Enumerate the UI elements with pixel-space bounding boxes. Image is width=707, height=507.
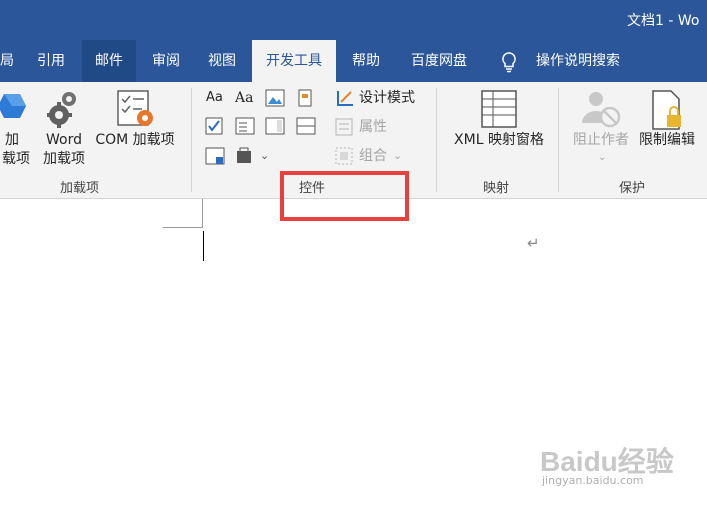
design-mode-icon — [337, 91, 353, 106]
margin-corner-mark — [202, 199, 203, 227]
addins-button[interactable]: 加 载项 — [2, 131, 30, 169]
baidu-watermark-url: jingyan.baidu.com — [542, 474, 644, 487]
combo-box-icon[interactable] — [235, 117, 255, 135]
tab-baidu-netdisk[interactable]: 百度网盘 — [398, 40, 480, 82]
tab-view[interactable]: 视图 — [196, 40, 248, 82]
date-picker-icon[interactable] — [205, 147, 225, 165]
xml-mapping-pane-button[interactable]: XML 映射窗格 — [447, 131, 551, 150]
dropdown-list-icon[interactable] — [265, 117, 285, 135]
text-cursor — [203, 231, 204, 261]
addins-icon — [0, 94, 26, 118]
window-title: 文档1 - Wo — [627, 13, 700, 29]
tab-mailings[interactable]: 邮件 — [82, 40, 136, 82]
com-addins-icon — [117, 90, 153, 126]
word-addins-label-1: Word — [46, 132, 82, 148]
chevron-down-icon: ⌄ — [598, 152, 607, 163]
com-addins-button[interactable]: COM 加载项 — [90, 131, 180, 150]
block-authors-icon — [582, 92, 621, 128]
group-label-protect: 保护 — [619, 181, 646, 196]
word-addins-button[interactable]: Word 加载项 — [38, 131, 90, 169]
group-button[interactable]: 组合 — [359, 146, 387, 166]
rich-text-control-button[interactable]: Aa — [235, 88, 253, 108]
separator — [558, 88, 559, 192]
group-label-addins: 加载项 — [60, 181, 100, 196]
title-bar: 文档1 - Wo — [0, 0, 707, 40]
properties-button[interactable]: 属性 — [359, 117, 387, 137]
legacy-tools-icon[interactable] — [235, 147, 257, 165]
design-mode-button[interactable]: 设计模式 — [359, 88, 415, 108]
tab-help[interactable]: 帮助 — [340, 40, 392, 82]
group-label-mapping: 映射 — [483, 181, 510, 196]
separator — [436, 88, 437, 192]
restrict-editing-button[interactable]: 限制编辑 — [634, 131, 700, 150]
plain-text-control-button[interactable]: Aa — [206, 88, 223, 108]
separator — [191, 88, 192, 192]
tab-review[interactable]: 审阅 — [140, 40, 192, 82]
paragraph-mark: ↵ — [527, 234, 540, 252]
gears-icon — [47, 92, 76, 128]
word-addins-label-2: 加载项 — [43, 151, 85, 167]
restrict-editing-icon — [652, 90, 681, 130]
chevron-down-icon[interactable]: ⌄ — [260, 146, 269, 166]
repeating-section-icon[interactable] — [296, 117, 316, 135]
ribbon-tab-bar: 局 引用 邮件 审阅 视图 开发工具 帮助 百度网盘 操作说明搜索 — [0, 40, 707, 82]
annotation-highlight-box — [280, 171, 409, 221]
tab-references[interactable]: 引用 — [26, 40, 76, 82]
building-block-icon[interactable] — [296, 88, 316, 108]
addins-label-2: 载项 — [2, 151, 30, 167]
margin-corner-mark — [163, 227, 203, 228]
lightbulb-icon[interactable] — [499, 51, 519, 73]
group-icon — [335, 147, 353, 165]
properties-icon — [335, 118, 353, 136]
tell-me-search[interactable]: 操作说明搜索 — [526, 40, 630, 82]
xml-mapping-icon — [481, 90, 517, 128]
picture-control-icon[interactable] — [265, 89, 285, 107]
chevron-down-icon: ⌄ — [393, 149, 403, 162]
tab-layout[interactable]: 局 — [0, 40, 14, 82]
tab-developer[interactable]: 开发工具 — [252, 40, 336, 82]
checkbox-control-icon[interactable] — [205, 117, 223, 135]
addins-label-1: 加 — [5, 132, 19, 148]
